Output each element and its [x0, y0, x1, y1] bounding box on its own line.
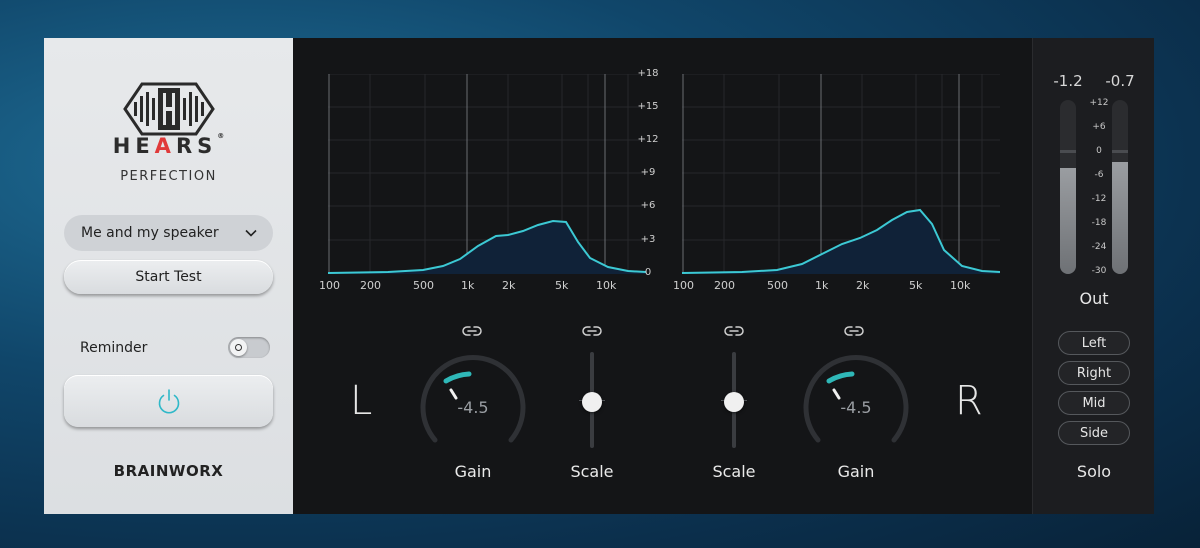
solo-left-button[interactable]: Left	[1058, 331, 1130, 355]
y-tick-label: +18	[637, 68, 659, 79]
x-tick-label: 100	[673, 279, 694, 292]
meter-peak	[1112, 150, 1128, 153]
left-scale-slider[interactable]	[577, 352, 607, 448]
meter-scale-label: -24	[1091, 242, 1107, 252]
solo-mid-button[interactable]: Mid	[1058, 391, 1130, 415]
x-tick-label: 1k	[815, 279, 829, 292]
profile-select[interactable]: Me and my speaker	[64, 215, 273, 251]
power-icon	[158, 389, 179, 414]
reminder-label: Reminder	[80, 340, 148, 356]
x-tick-label: 200	[714, 279, 735, 292]
out-label: Out	[1079, 289, 1109, 308]
meter-scale-label: -18	[1091, 218, 1107, 228]
x-tick-label: 5k	[555, 279, 569, 292]
product-name: PERFECTION	[120, 169, 217, 184]
meter-scale-label: +6	[1092, 122, 1106, 132]
y-tick-label: +3	[640, 234, 656, 245]
left-gain-label: Gain	[454, 462, 492, 481]
left-output-meter	[1060, 100, 1076, 274]
slider-thumb[interactable]	[582, 392, 602, 412]
footer-brand: BRAINWORX	[113, 462, 224, 480]
x-tick-label: 1k	[461, 279, 475, 292]
link-icon[interactable]	[582, 325, 602, 337]
x-tick-label: 500	[767, 279, 788, 292]
main-panel: +18 +15 +12 +9 +6 +3 0 100 200 500 1k 2k…	[293, 38, 1032, 514]
meter-scale-label: +12	[1089, 98, 1109, 108]
left-frequency-graph	[328, 74, 646, 274]
left-gain-value: -4.5	[457, 398, 489, 417]
start-test-button[interactable]: Start Test	[64, 260, 273, 294]
meter-fill	[1060, 168, 1076, 274]
right-gain-knob[interactable]: -4.5	[796, 354, 916, 454]
meter-fill	[1112, 162, 1128, 274]
x-tick-label: 10k	[596, 279, 617, 292]
right-frequency-graph	[682, 74, 1000, 274]
meter-scale-label: -12	[1091, 194, 1107, 204]
brand-name: HEARS®	[112, 132, 225, 158]
right-scale-slider[interactable]	[719, 352, 749, 448]
solo-side-button[interactable]: Side	[1058, 421, 1130, 445]
right-meter-value: -0.7	[1105, 72, 1135, 90]
meter-scale-label: -30	[1091, 266, 1107, 276]
power-button[interactable]	[64, 375, 273, 427]
x-tick-label: 500	[413, 279, 434, 292]
y-tick-label: +9	[640, 167, 656, 178]
x-tick-label: 10k	[950, 279, 971, 292]
link-icon[interactable]	[844, 325, 864, 337]
x-tick-label: 5k	[909, 279, 923, 292]
x-tick-label: 2k	[502, 279, 516, 292]
meter-scale-label: 0	[1096, 146, 1102, 156]
y-tick-label: 0	[644, 267, 652, 278]
y-tick-label: +15	[637, 101, 659, 112]
solo-right-button[interactable]: Right	[1058, 361, 1130, 385]
meter-peak	[1060, 150, 1076, 153]
meter-scale-label: -6	[1094, 170, 1104, 180]
right-scale-label: Scale	[712, 462, 756, 481]
y-tick-label: +6	[640, 200, 656, 211]
plugin-window: HEARS® PERFECTION Me and my speaker Star…	[44, 38, 1154, 514]
link-icon[interactable]	[462, 325, 482, 337]
solo-label: Solo	[1076, 462, 1112, 481]
chevron-down-icon	[245, 229, 257, 237]
reminder-toggle[interactable]	[228, 337, 270, 358]
output-panel: -1.2 -0.7 +12 +6 0 -6 -12 -18 -24 -30 Ou…	[1032, 38, 1154, 514]
x-tick-label: 200	[360, 279, 381, 292]
y-tick-label: +12	[637, 134, 659, 145]
toggle-knob	[230, 339, 247, 356]
slider-thumb[interactable]	[724, 392, 744, 412]
left-panel: HEARS® PERFECTION Me and my speaker Star…	[44, 38, 293, 514]
hears-logo-icon	[123, 82, 215, 136]
x-tick-label: 2k	[856, 279, 870, 292]
left-channel-label: L	[350, 378, 373, 424]
right-output-meter	[1112, 100, 1128, 274]
profile-select-value: Me and my speaker	[81, 225, 219, 241]
left-scale-label: Scale	[570, 462, 614, 481]
link-icon[interactable]	[724, 325, 744, 337]
right-channel-label: R	[955, 378, 983, 424]
right-gain-value: -4.5	[840, 398, 872, 417]
right-gain-label: Gain	[837, 462, 875, 481]
x-tick-label: 100	[319, 279, 340, 292]
left-gain-knob[interactable]: -4.5	[413, 354, 533, 454]
left-meter-value: -1.2	[1053, 72, 1083, 90]
